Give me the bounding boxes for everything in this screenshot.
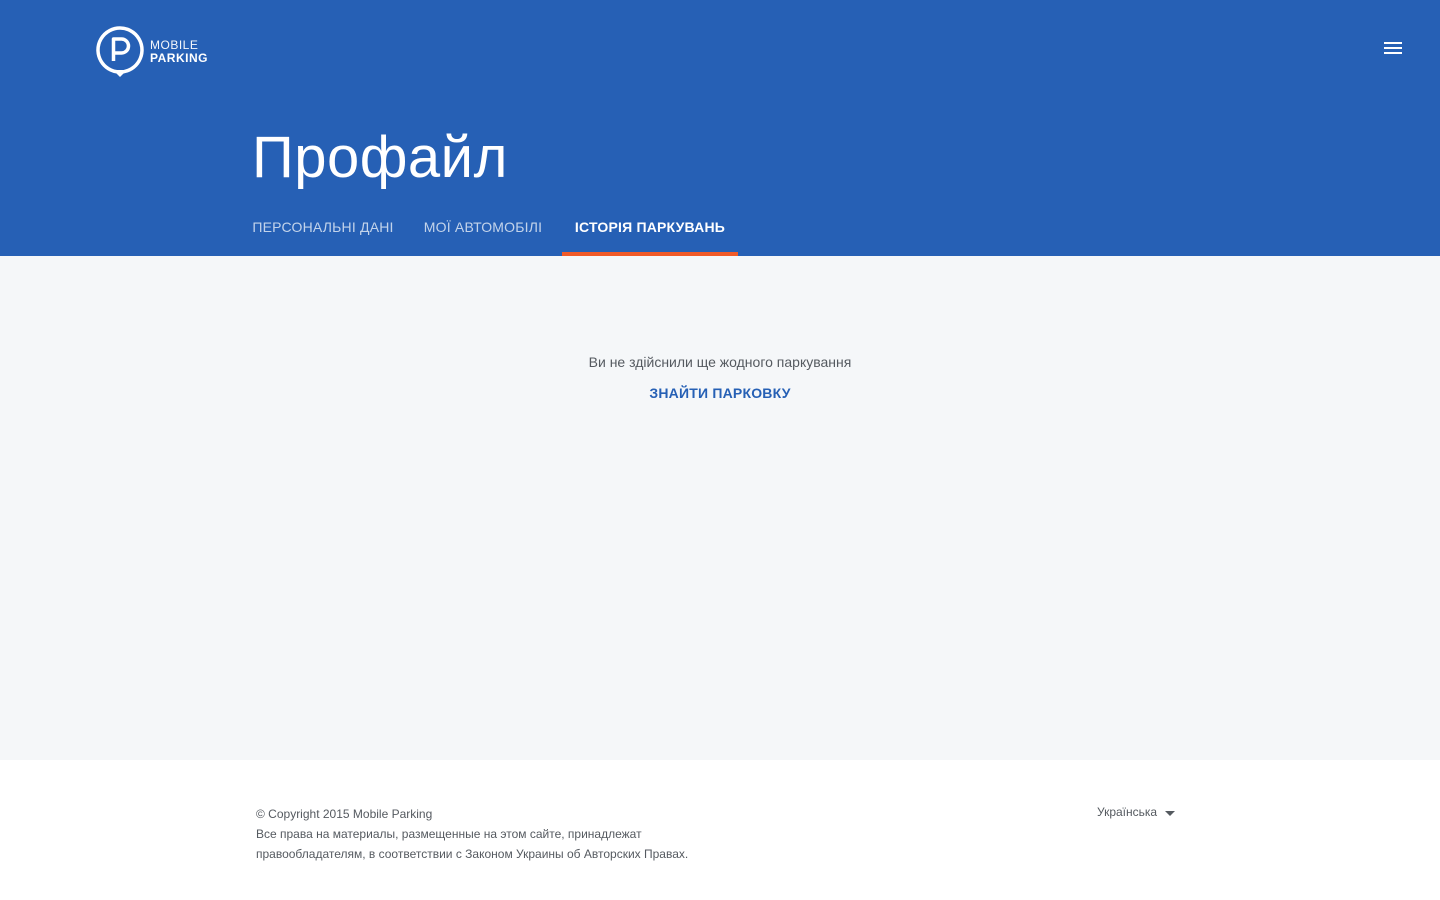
profile-tabs: ПЕРСОНАЛЬНІ ДАНІ МОЇ АВТОМОБІЛІ ІСТОРІЯ … — [0, 208, 1440, 256]
page-title: Профайл — [252, 125, 508, 190]
tab-parking-history[interactable]: ІСТОРІЯ ПАРКУВАНЬ — [562, 208, 738, 256]
tab-label: МОЇ АВТОМОБІЛІ — [423, 219, 543, 235]
header: MOBILE PARKING Профайл ПЕРСОНАЛЬНІ ДАНІ … — [0, 0, 1440, 256]
language-selector[interactable]: Українська — [1097, 804, 1176, 820]
tab-label: ПЕРСОНАЛЬНІ ДАНІ — [252, 219, 394, 235]
rights-text-line-1: Все права на материалы, размещенные на э… — [256, 827, 642, 841]
hamburger-menu-icon[interactable] — [1380, 38, 1406, 60]
caret-down-icon — [1165, 810, 1176, 816]
logo-line-2: PARKING — [150, 51, 208, 65]
main-content: Ви не здійснили ще жодного паркування ЗН… — [0, 256, 1440, 760]
tab-personal-data[interactable]: ПЕРСОНАЛЬНІ ДАНІ — [240, 208, 406, 256]
footer-copyright-block: © Copyright 2015 Mobile Parking Все прав… — [256, 804, 688, 864]
logo-line-1: MOBILE — [150, 38, 199, 52]
logo-text: MOBILE PARKING — [150, 39, 208, 65]
tab-label: ІСТОРІЯ ПАРКУВАНЬ — [574, 219, 726, 235]
language-label: Українська — [1097, 805, 1158, 819]
logo[interactable]: MOBILE PARKING — [96, 26, 208, 78]
menu-bar — [1384, 52, 1402, 54]
rights-text-line-2: правообладателям, в соответствии с Закон… — [256, 847, 689, 861]
find-parking-link[interactable]: ЗНАЙТИ ПАРКОВКУ — [620, 385, 820, 401]
parking-logo-icon — [96, 26, 144, 77]
footer: © Copyright 2015 Mobile Parking Все прав… — [0, 760, 1440, 900]
menu-bar — [1384, 47, 1402, 49]
menu-bar — [1384, 42, 1402, 44]
tab-my-cars[interactable]: МОЇ АВТОМОБІЛІ — [412, 208, 554, 256]
empty-state-message: Ви не здійснили ще жодного паркування — [588, 354, 852, 370]
copyright-text: © Copyright 2015 Mobile Parking — [256, 807, 433, 821]
